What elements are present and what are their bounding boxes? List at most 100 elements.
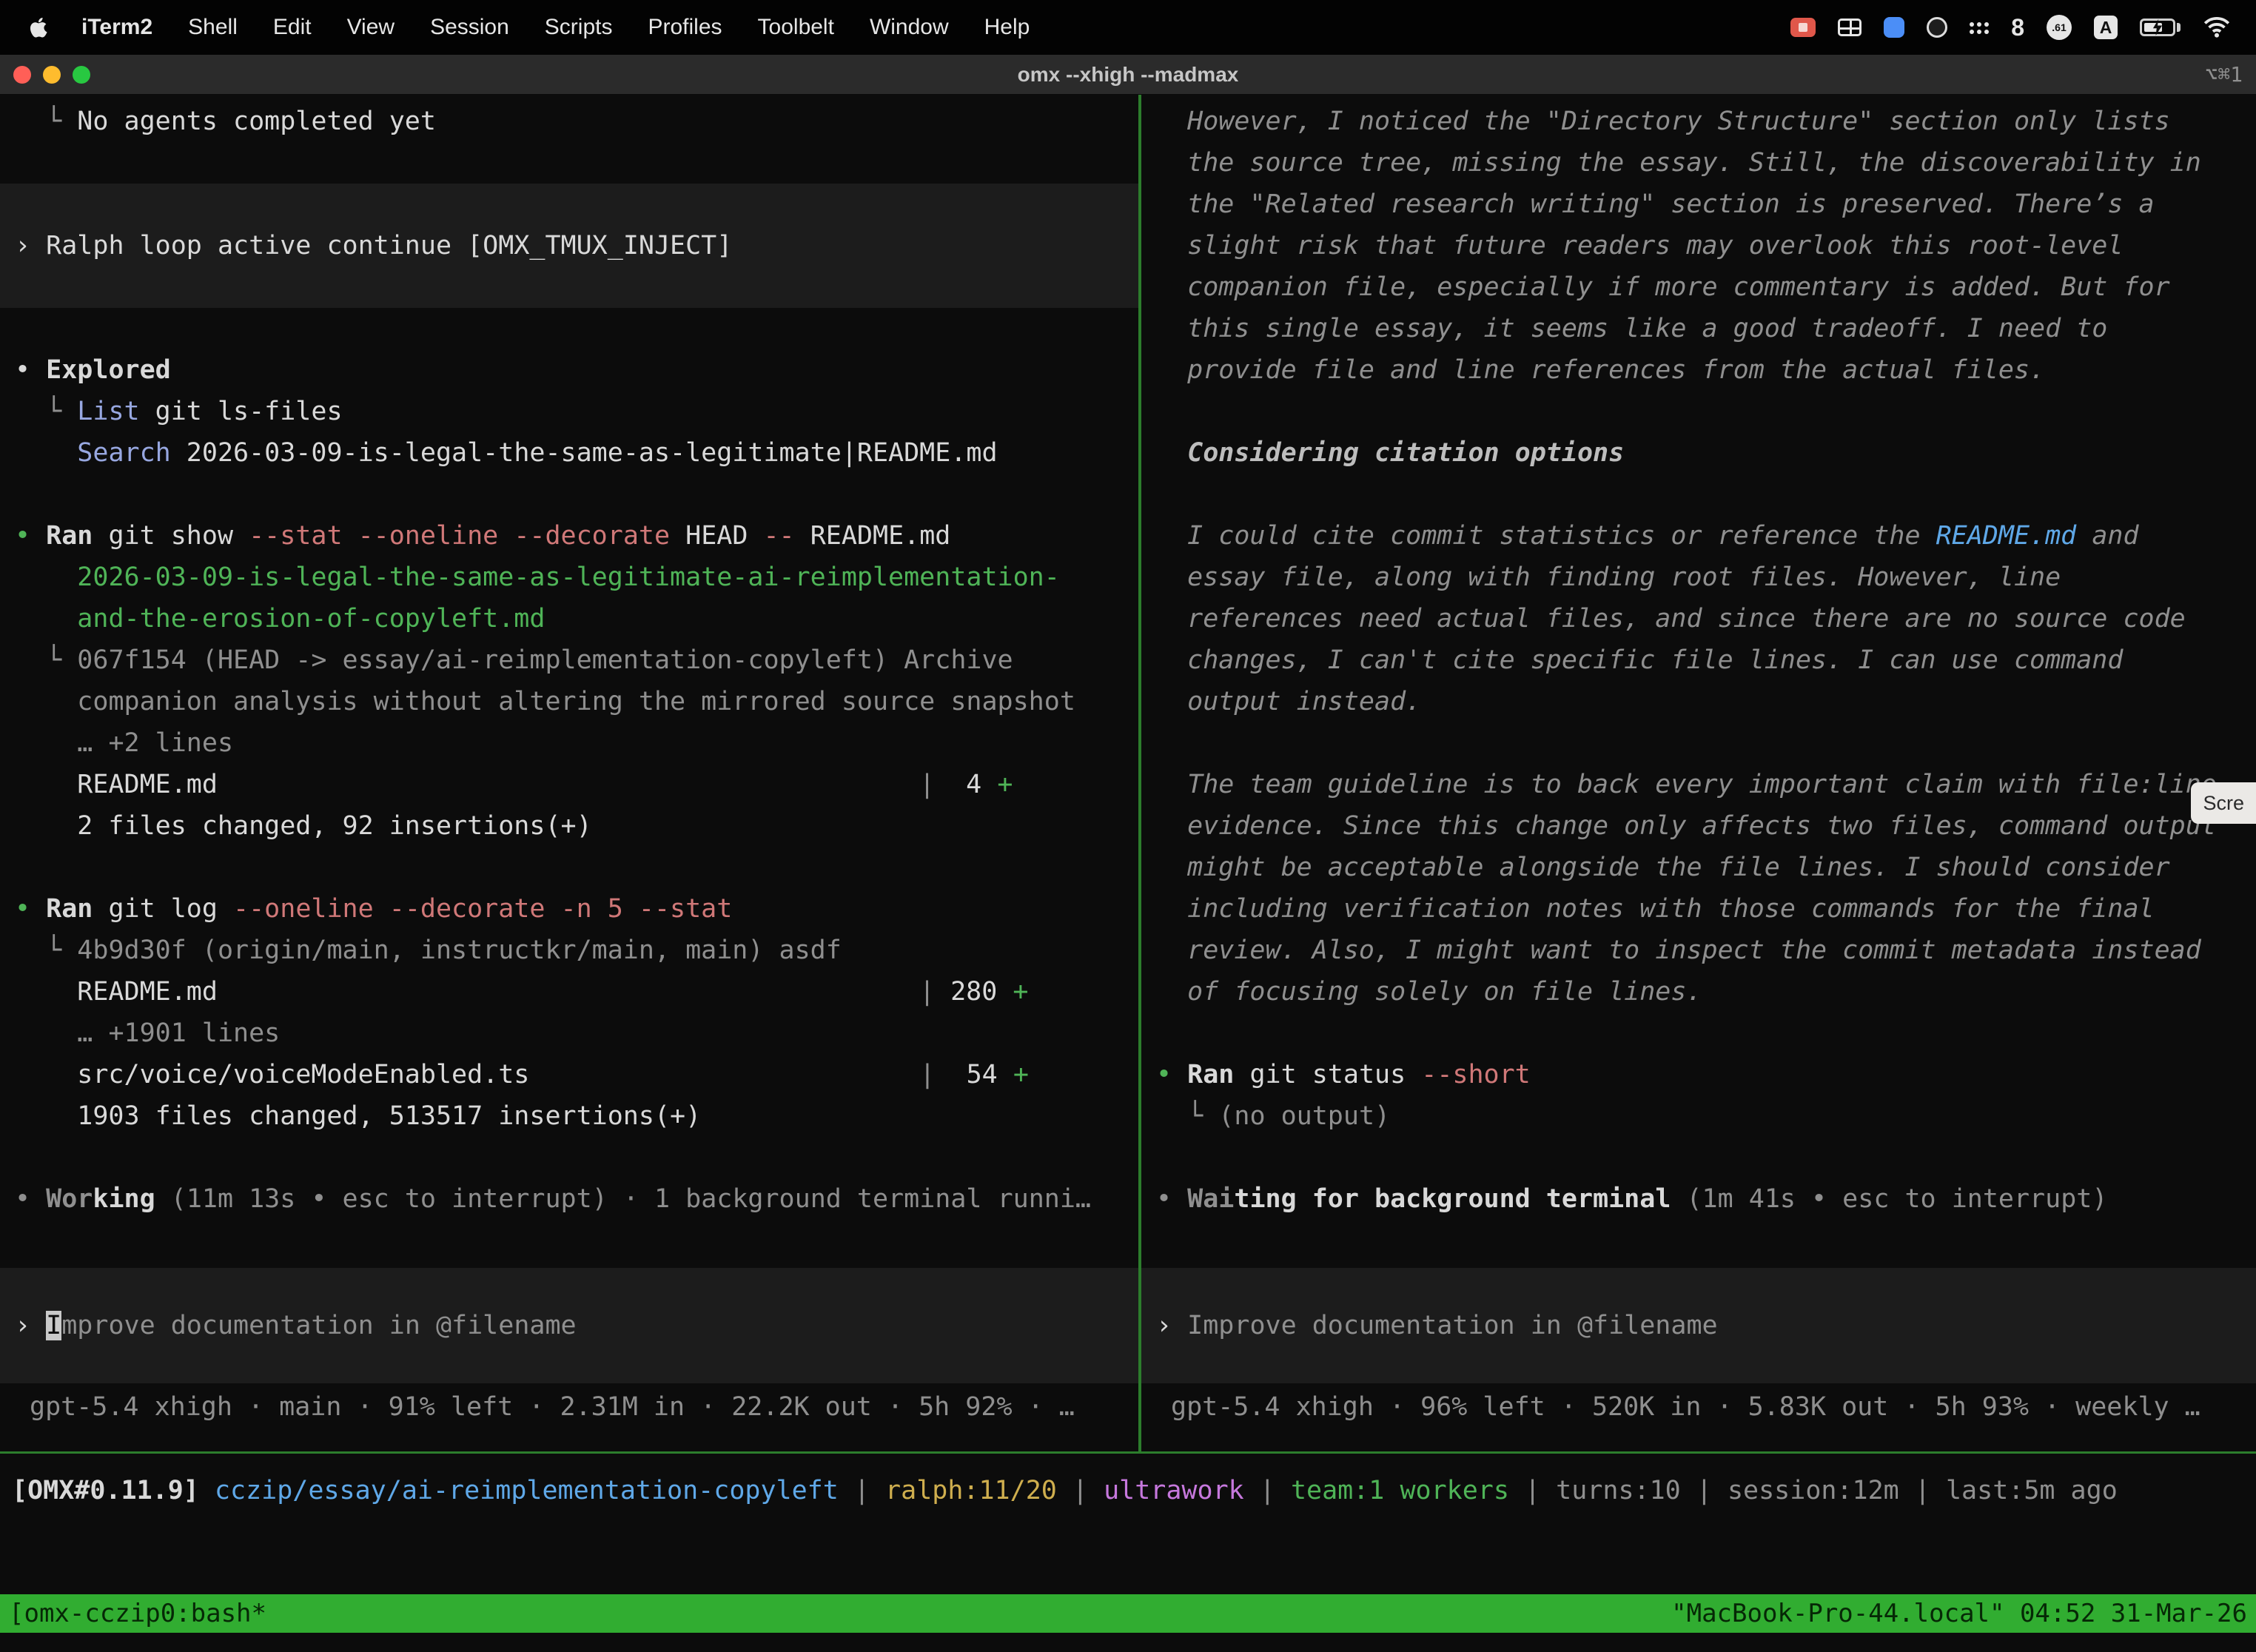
menu-profiles[interactable]: Profiles <box>630 15 739 40</box>
terminal-line: › Ralph loop active continue [OMX_TMUX_I… <box>15 225 1124 266</box>
text-segment: • <box>15 894 46 924</box>
text-segment: Ralph loop active continue <box>46 231 467 261</box>
text-segment: 2026-03-09-is-legal-the-same-as-legitima… <box>77 563 1060 592</box>
terminal-line <box>15 474 1124 515</box>
right-prompt-input[interactable]: › Improve documentation in @filename <box>1156 1305 2241 1346</box>
text-segment: git show <box>93 521 249 551</box>
raycast-icon[interactable] <box>1884 0 1904 55</box>
menu-window[interactable]: Window <box>852 15 967 40</box>
text-segment: might be acceptable alongside the file l… <box>1156 853 2170 882</box>
left-terminal-pane[interactable]: └ No agents completed yet › Ralph loop a… <box>0 95 1138 1451</box>
text-segment: … +2 lines <box>77 728 233 758</box>
text-segment: | <box>919 977 935 1007</box>
text-segment <box>218 792 919 793</box>
terminal-line: might be acceptable alongside the file l… <box>1156 847 2241 888</box>
text-segment: README.md <box>795 521 951 551</box>
menu-edit[interactable]: Edit <box>255 15 329 40</box>
text-segment: the source tree, missing the essay. Stil… <box>1156 148 2201 178</box>
text-segment: Wor <box>46 1184 93 1214</box>
terminal-line: README.md| 4 + <box>15 764 1124 805</box>
ralph-loop-lines: › Ralph loop active continue [OMX_TMUX_I… <box>15 225 1124 266</box>
text-segment: team:1 workers <box>1291 1476 1509 1505</box>
apple-menu-icon[interactable] <box>30 16 47 38</box>
dark-app-icon[interactable] <box>1927 0 1947 55</box>
left-prompt-box[interactable]: › Improve documentation in @filename <box>0 1268 1138 1383</box>
terminal-line: this single essay, it seems like a good … <box>1156 308 2241 349</box>
window-grid-icon[interactable] <box>1838 0 1861 55</box>
text-segment: └ <box>15 397 77 426</box>
battery-icon[interactable] <box>2140 0 2181 55</box>
text-segment <box>15 563 77 592</box>
text-segment: └ <box>15 107 77 136</box>
dots-grid-icon[interactable] <box>1970 0 1989 55</box>
menu-iterm2[interactable]: iTerm2 <box>64 15 170 40</box>
terminal-line: I could cite commit statistics or refere… <box>1156 515 2241 557</box>
meter-icon[interactable]: .61 <box>2047 0 2072 55</box>
terminal-line: However, I noticed the "Directory Struct… <box>1156 101 2241 142</box>
tmux-session-label: [omx-cczip0:bash* <box>9 1594 266 1633</box>
text-segment: last:5m ago <box>1946 1476 2118 1505</box>
text-segment <box>15 687 77 716</box>
wifi-icon[interactable] <box>2203 0 2231 55</box>
menu-shell[interactable]: Shell <box>170 15 255 40</box>
text-segment: session:12m <box>1728 1476 1899 1505</box>
keyboard-layout-icon[interactable]: A <box>2094 0 2118 55</box>
text-segment: cczip/essay/ai-reimplementation-copyleft <box>215 1476 839 1505</box>
text-segment: › <box>15 1311 46 1340</box>
terminal-line: 1903 files changed, 513517 insertions(+) <box>15 1095 1124 1137</box>
text-segment <box>218 999 919 1000</box>
right-status-line: gpt-5.4 xhigh · 96% left · 520K in · 5.8… <box>1141 1386 2256 1428</box>
text-segment: companion analysis without altering the … <box>77 687 1075 716</box>
terminal-line: companion file, especially if more comme… <box>1156 266 2241 308</box>
right-body-lines: However, I noticed the "Directory Struct… <box>1141 101 2256 1220</box>
text-segment: | <box>839 1476 885 1505</box>
menu-view[interactable]: View <box>329 15 412 40</box>
screen-edge-chip[interactable]: Scre <box>2191 782 2256 824</box>
terminal-line: evidence. Since this change only affects… <box>1156 805 2241 847</box>
text-segment <box>199 1476 215 1505</box>
tmux-status-bar: [omx-cczip0:bash* "MacBook-Pro-44.local"… <box>0 1594 2256 1633</box>
screen-recording-indicator-icon[interactable] <box>1790 0 1816 55</box>
terminal-line <box>1156 391 2241 432</box>
left-prompt-input[interactable]: › Improve documentation in @filename <box>15 1305 1124 1346</box>
text-segment: 280 <box>935 977 1013 1007</box>
menu-toolbelt[interactable]: Toolbelt <box>740 15 852 40</box>
right-prompt-box[interactable]: › Improve documentation in @filename <box>1141 1268 2256 1383</box>
omx-status-bar: [OMX#0.11.9] cczip/essay/ai-reimplementa… <box>0 1454 2256 1594</box>
terminal-area: └ No agents completed yet › Ralph loop a… <box>0 95 2256 1454</box>
text-segment: Search <box>77 438 170 468</box>
terminal-line <box>1156 1137 2241 1178</box>
terminal-line: └ List git ls-files <box>15 391 1124 432</box>
terminal-line: • Explored <box>15 349 1124 391</box>
text-segment: git log <box>93 894 233 924</box>
ralph-loop-box: › Ralph loop active continue [OMX_TMUX_I… <box>0 184 1138 308</box>
text-segment: --stat --oneline --decorate <box>249 521 670 551</box>
right-terminal-pane[interactable]: However, I noticed the "Directory Struct… <box>1141 95 2256 1451</box>
menu-session[interactable]: Session <box>412 15 527 40</box>
text-segment: No agents completed yet <box>77 107 436 136</box>
terminal-line: … +1901 lines <box>15 1013 1124 1054</box>
text-segment: review. Also, I might want to inspect th… <box>1156 936 2201 965</box>
window-title: omx --xhigh --madmax <box>0 63 2256 87</box>
menu-scripts[interactable]: Scripts <box>527 15 631 40</box>
text-segment: gpt-5.4 xhigh · 96% left · 520K in · 5.8… <box>1171 1392 2200 1422</box>
window-title-bar[interactable]: omx --xhigh --madmax ⌥⌘1 <box>0 55 2256 95</box>
meter-value: .61 <box>2047 15 2072 40</box>
text-segment: └ <box>15 645 77 675</box>
text-segment: 067f154 (HEAD -> essay/ai-reimplementati… <box>77 645 1013 675</box>
text-segment: Ran <box>46 894 93 924</box>
terminal-line: └ (no output) <box>1156 1095 2241 1137</box>
text-segment: • <box>1156 1060 1187 1089</box>
terminal-line: and-the-erosion-of-copyleft.md <box>15 598 1124 639</box>
text-segment: However, I noticed the "Directory Struct… <box>1156 107 2170 136</box>
text-segment: › <box>1156 1311 1187 1340</box>
text-segment: git status <box>1234 1060 1421 1089</box>
text-segment: ultrawork <box>1104 1476 1244 1505</box>
terminal-line: └ No agents completed yet <box>15 101 1124 142</box>
menu-help[interactable]: Help <box>967 15 1048 40</box>
terminal-line: slight risk that future readers may over… <box>1156 225 2241 266</box>
text-segment: • <box>1156 1184 1187 1214</box>
app-8-icon[interactable]: 8 <box>2011 0 2024 55</box>
text-segment: 2026-03-09-is-legal-the-same-as-legitima… <box>171 438 998 468</box>
window-shortcut: ⌥⌘1 <box>2205 62 2256 87</box>
